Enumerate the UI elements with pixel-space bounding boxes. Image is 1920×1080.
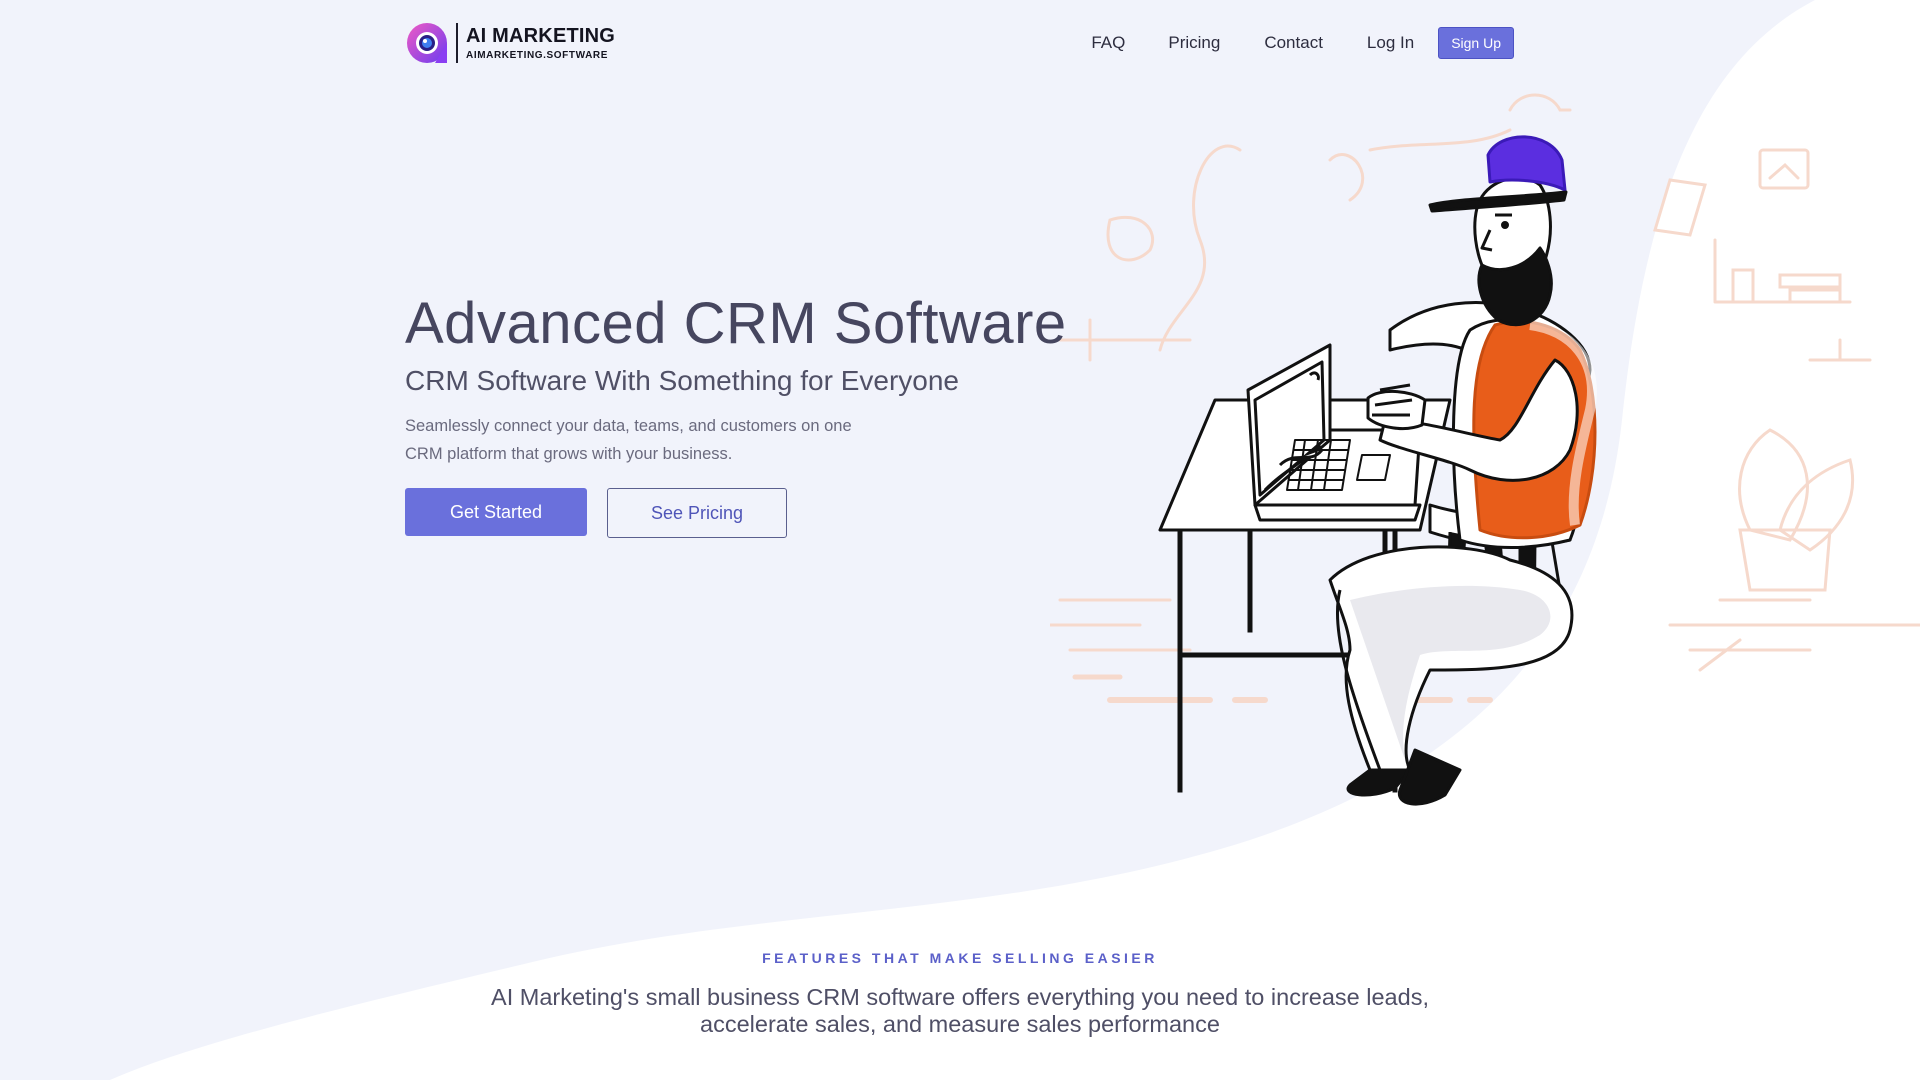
hero-buttons: Get Started See Pricing — [405, 488, 1125, 538]
logo-text: AI MARKETING AIMARKETING.SOFTWARE — [466, 26, 615, 61]
features-lead: AI Marketing's small business CRM softwa… — [491, 984, 1429, 1037]
see-pricing-button[interactable]: See Pricing — [607, 488, 787, 538]
features-eyebrow: FEATURES THAT MAKE SELLING EASIER — [762, 950, 1158, 966]
nav-link-pricing[interactable]: Pricing — [1168, 33, 1220, 53]
brand-logo[interactable]: AI MARKETING AIMARKETING.SOFTWARE — [406, 20, 615, 66]
brand-title: AI MARKETING — [466, 24, 616, 47]
brand-subtitle: AIMARKETING.SOFTWARE — [466, 49, 608, 61]
hero-description: Seamlessly connect your data, teams, and… — [405, 417, 852, 463]
nav-link-login[interactable]: Log In — [1367, 33, 1414, 53]
hero-section: Advanced CRM Software CRM Software With … — [405, 292, 1125, 538]
site-header: AI MARKETING AIMARKETING.SOFTWARE FAQ Pr… — [0, 0, 1920, 84]
camera-lens-logo-icon — [407, 23, 447, 63]
hero-title: Advanced CRM Software — [405, 291, 1067, 356]
get-started-button[interactable]: Get Started — [405, 488, 587, 536]
nav-link-contact[interactable]: Contact — [1264, 33, 1323, 53]
sign-up-button[interactable]: Sign Up — [1438, 27, 1514, 59]
man-at-laptop-illustration — [1050, 93, 1920, 806]
logo-divider — [456, 23, 458, 63]
man-legs — [1328, 545, 1574, 806]
nav-link-faq[interactable]: FAQ — [1091, 33, 1125, 53]
features-section: FEATURES THAT MAKE SELLING EASIER AI Mar… — [0, 950, 1920, 1038]
hero-subtitle: CRM Software With Something for Everyone — [405, 365, 959, 396]
man-head — [1428, 135, 1568, 327]
main-nav: FAQ Pricing Contact Log In Sign Up — [1091, 27, 1514, 59]
